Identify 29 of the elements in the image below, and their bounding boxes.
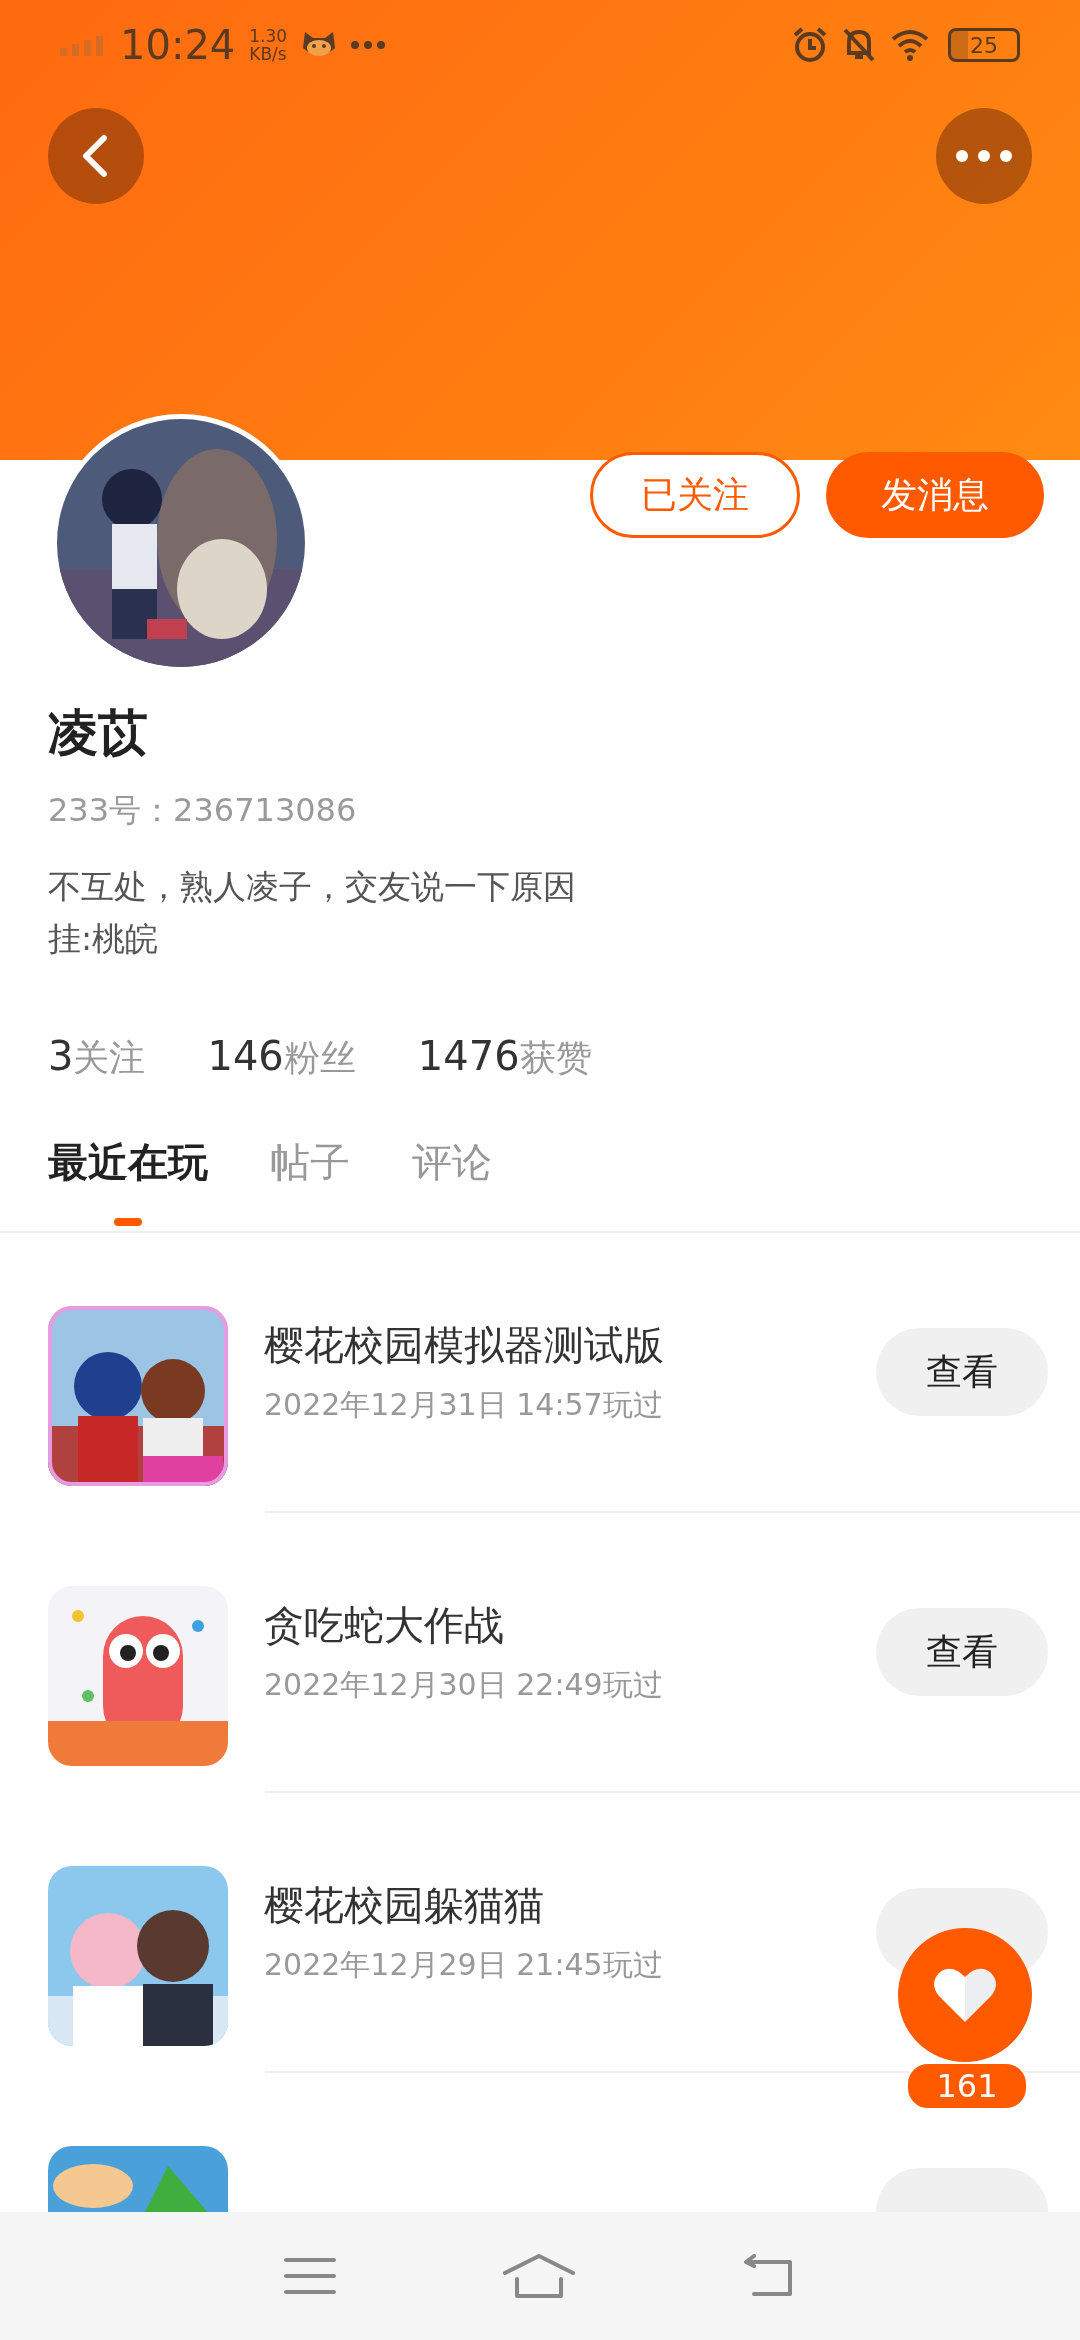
speed-unit: KB/s (249, 45, 288, 63)
alarm-icon (792, 27, 828, 63)
network-speed: 1.30 (249, 27, 288, 45)
heart-icon (933, 1966, 997, 2024)
stat[interactable]: 1476获赞 (417, 1033, 592, 1083)
stat[interactable]: 146粉丝 (207, 1033, 356, 1083)
user-id: 233号：236713086 (48, 790, 358, 831)
muted-bell-icon (842, 27, 876, 63)
play-time: 2022年12月31日 14:57玩过 (264, 1386, 664, 1424)
more-icon (956, 150, 1012, 162)
more-icon (351, 41, 386, 49)
tab[interactable]: 最近在玩 (48, 1135, 208, 1231)
view-button[interactable]: 查看 (876, 1608, 1048, 1696)
signal-icon (60, 34, 106, 56)
view-button[interactable]: 查看 (876, 1328, 1048, 1416)
user-name: 凌苡 (48, 703, 149, 764)
menu-icon[interactable] (283, 2256, 336, 2296)
stat[interactable]: 3关注 (48, 1033, 146, 1083)
home-icon[interactable] (503, 2253, 575, 2299)
like-count: 161 (906, 2062, 1028, 2110)
game-title: 樱花校园躲猫猫 (264, 1881, 545, 1930)
clock: 10:24 (120, 22, 236, 68)
bio-line: 挂:桃皖 (48, 918, 160, 960)
play-time: 2022年12月29日 21:45玩过 (264, 1946, 664, 1984)
bio-line: 不互处，熟人凌子，交友说一下原因 (48, 866, 577, 908)
game-title: 贪吃蛇大作战 (264, 1601, 505, 1650)
battery-indicator: 25 (948, 28, 1020, 62)
play-time: 2022年12月30日 22:49玩过 (264, 1666, 664, 1704)
game-title: 樱花校园模拟器测试版 (264, 1321, 665, 1370)
